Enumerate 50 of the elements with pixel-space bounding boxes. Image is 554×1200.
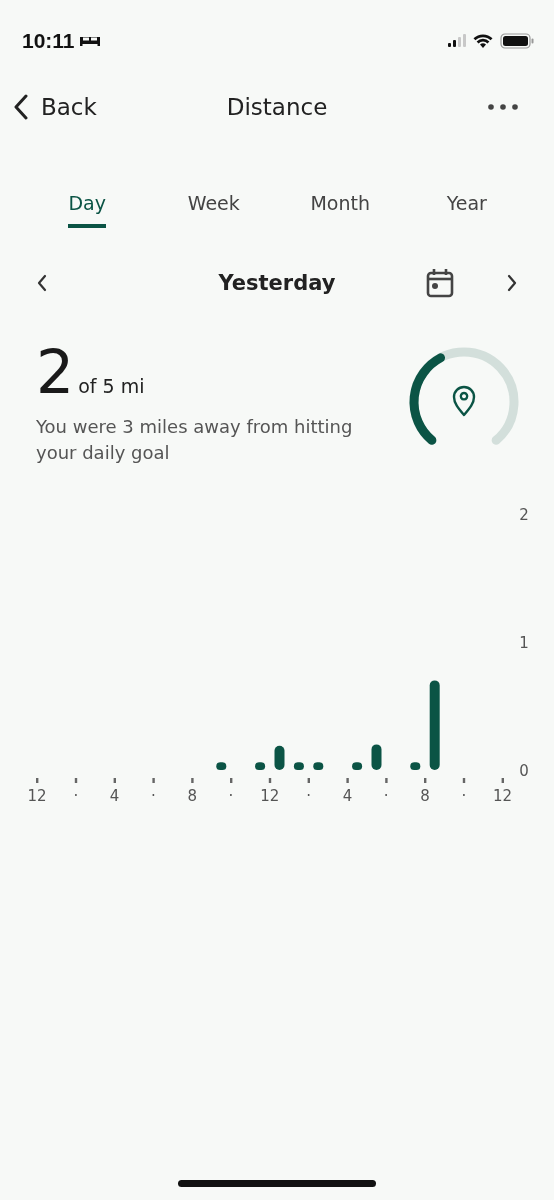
- period-tab[interactable]: Month: [310, 188, 371, 228]
- x-axis-tick: [152, 778, 155, 783]
- x-axis-label: ·: [306, 787, 311, 805]
- x-axis-label: ·: [151, 787, 156, 805]
- period-tab[interactable]: Year: [446, 188, 487, 228]
- calendar-icon[interactable]: [426, 268, 454, 298]
- x-axis-label: 8: [420, 787, 430, 805]
- x-axis-label: ·: [461, 787, 467, 805]
- goal-label: of 5 mi: [78, 375, 145, 397]
- date-label: Yesterday: [218, 271, 336, 295]
- screen-title: Distance: [226, 94, 328, 120]
- x-axis-tick: [346, 778, 349, 783]
- x-axis-label: 4: [342, 787, 353, 805]
- x-axis-label: ·: [73, 787, 79, 805]
- status-time: 10:11: [22, 29, 75, 53]
- x-axis-tick: [462, 778, 466, 783]
- period-tab[interactable]: Day: [68, 188, 106, 228]
- x-axis-label: 12: [260, 787, 280, 805]
- x-axis-tick: [74, 778, 78, 783]
- back-button[interactable]: Back: [14, 94, 97, 120]
- period-tab[interactable]: Week: [187, 188, 240, 228]
- x-axis-tick: [307, 778, 310, 783]
- x-axis-tick: [230, 778, 233, 783]
- y-axis-label: 1: [519, 634, 529, 652]
- location-pin-icon: [452, 385, 476, 417]
- x-axis-label: ·: [228, 787, 234, 805]
- x-axis-label: 4: [109, 787, 120, 805]
- battery-icon: [500, 33, 534, 49]
- y-axis-label: 0: [519, 762, 529, 780]
- distance-value: 2: [36, 340, 75, 404]
- chevron-left-icon[interactable]: [36, 274, 48, 292]
- x-axis-tick: [424, 778, 427, 783]
- x-axis-tick: [385, 778, 388, 783]
- wifi-icon: [473, 33, 493, 49]
- chevron-left-icon: [14, 94, 28, 120]
- x-axis-tick: [191, 778, 194, 783]
- signal-icon: [448, 34, 466, 48]
- bed-icon: [78, 34, 101, 48]
- x-axis-label: 12: [27, 787, 47, 805]
- more-icon[interactable]: [488, 104, 518, 110]
- x-axis-tick: [113, 778, 116, 783]
- x-axis-label: 12: [493, 787, 513, 805]
- x-axis-label: 8: [187, 787, 197, 805]
- x-axis-label: ·: [383, 787, 389, 805]
- x-axis-tick: [501, 778, 504, 783]
- x-axis-tick: [36, 778, 39, 783]
- goal-message: You were 3 miles away from hitting your daily goal: [36, 415, 354, 465]
- y-axis-label: 2: [519, 506, 529, 524]
- x-axis-tick: [268, 778, 272, 783]
- chevron-right-icon[interactable]: [506, 274, 518, 292]
